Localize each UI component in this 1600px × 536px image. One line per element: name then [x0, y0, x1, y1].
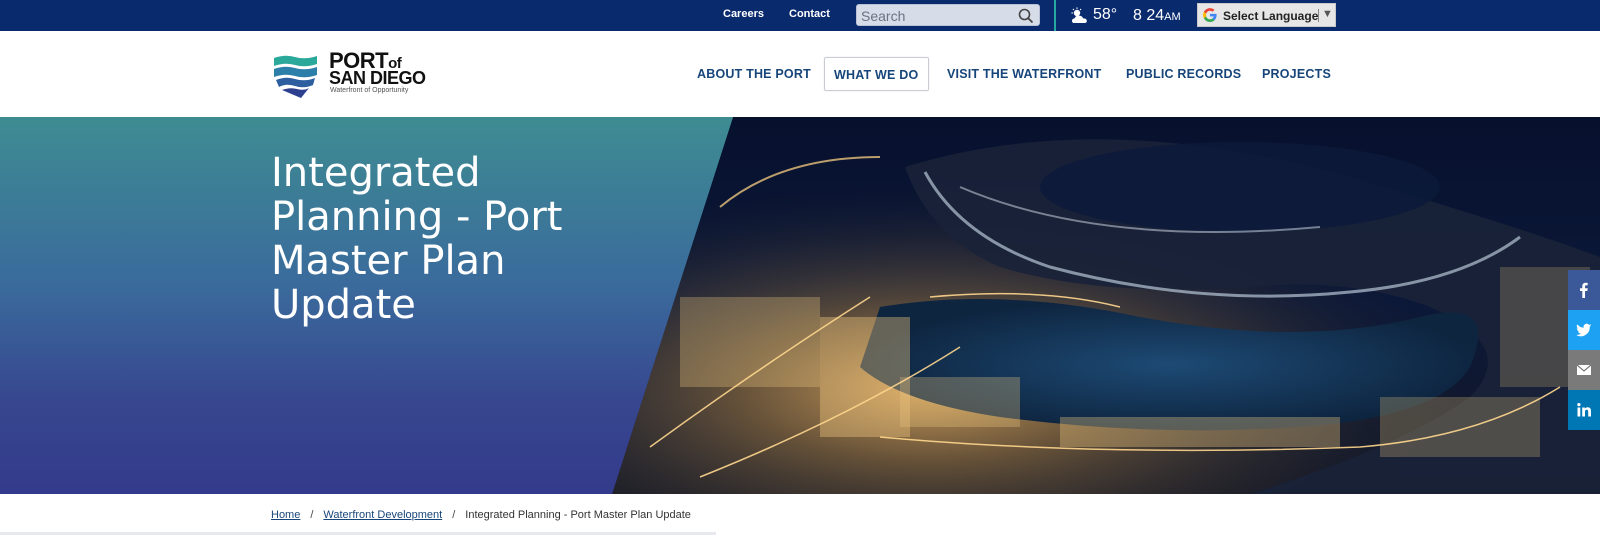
twitter-share-button[interactable]: [1568, 310, 1600, 350]
logo-tagline: Waterfront of Opportunity: [330, 87, 409, 94]
language-label: Select Language: [1223, 9, 1319, 23]
nav-public-records[interactable]: PUBLIC RECORDS: [1126, 67, 1241, 81]
breadcrumb: Home / Waterfront Development / Integrated P…: [271, 509, 691, 521]
twitter-icon: [1576, 323, 1592, 337]
email-icon: [1576, 364, 1592, 375]
main-header: PORTof SAN DIEGO Waterfront of Opportuni…: [0, 31, 1600, 117]
breadcrumb-separator: /: [452, 509, 456, 521]
nav-what-we-do[interactable]: WHAT WE DO: [824, 57, 929, 91]
search-input[interactable]: [861, 7, 1011, 25]
email-share-button[interactable]: [1568, 350, 1600, 390]
breadcrumb-separator: /: [310, 509, 314, 521]
current-time: 8 24AM: [1133, 7, 1181, 25]
linkedin-share-button[interactable]: [1568, 390, 1600, 430]
page-title: Integrated Planning - Port Master Plan U…: [271, 150, 563, 328]
language-selector[interactable]: Select Language ▼: [1197, 3, 1336, 27]
google-icon: [1202, 7, 1218, 23]
search-box: [856, 4, 1040, 26]
language-separator: [1318, 9, 1319, 22]
contact-link[interactable]: Contact: [789, 8, 830, 20]
linkedin-icon: [1577, 403, 1591, 417]
breadcrumb-home[interactable]: Home: [271, 509, 300, 521]
temperature: 58°: [1093, 6, 1118, 23]
breadcrumb-rule: [0, 532, 716, 535]
logo-san-diego: SAN DIEGO: [329, 68, 426, 88]
time-meridiem: AM: [1164, 11, 1181, 23]
topbar-divider: [1054, 0, 1056, 31]
nav-about-the-port[interactable]: ABOUT THE PORT: [697, 67, 811, 81]
nav-what-we-do-label: WHAT WE DO: [834, 68, 919, 82]
hero-banner: Integrated Planning - Port Master Plan U…: [0, 117, 1600, 494]
facebook-icon: [1580, 282, 1588, 298]
facebook-share-button[interactable]: [1568, 270, 1600, 310]
partly-cloudy-icon: [1069, 7, 1091, 25]
breadcrumb-waterfront-development[interactable]: Waterfront Development: [323, 509, 442, 521]
utility-bar: Careers Contact 58° 8 24AM Sel: [0, 0, 1600, 31]
nav-visit-the-waterfront[interactable]: VISIT THE WATERFRONT: [947, 67, 1101, 81]
breadcrumb-current: Integrated Planning - Port Master Plan U…: [465, 509, 691, 521]
search-icon[interactable]: [1017, 7, 1035, 25]
careers-link[interactable]: Careers: [723, 8, 764, 20]
time-value: 8 24: [1133, 7, 1165, 24]
nav-projects[interactable]: PROJECTS: [1262, 67, 1331, 81]
port-logo-icon[interactable]: [271, 50, 321, 100]
chevron-down-icon: ▼: [1322, 8, 1333, 20]
